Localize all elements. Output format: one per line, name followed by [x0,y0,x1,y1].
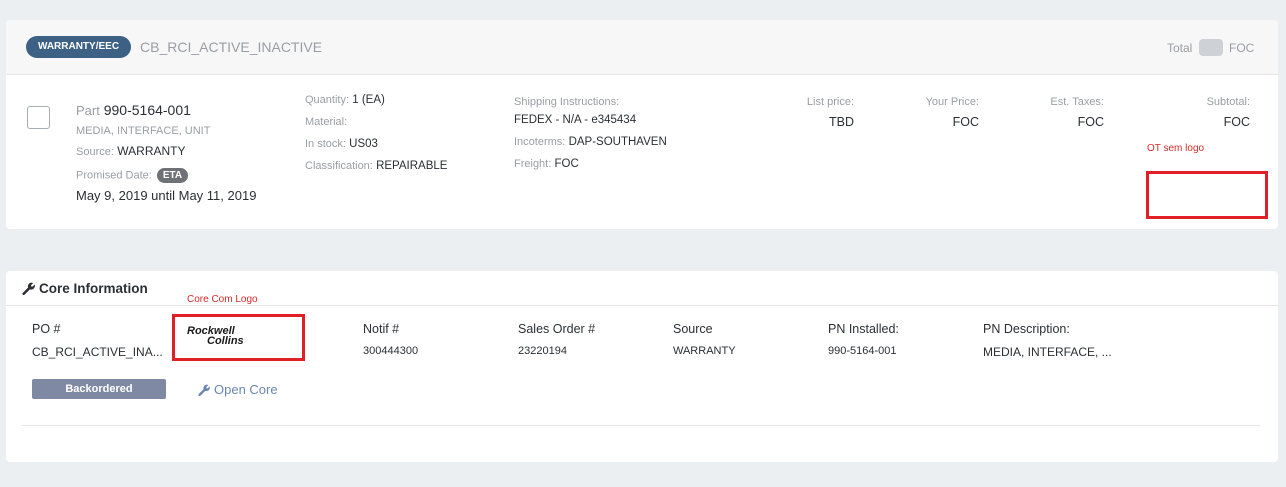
your-price-value: FOC [952,115,979,129]
part-title: Part 990-5164-001 [76,102,191,118]
open-core-wrench-icon [198,384,210,399]
backordered-button[interactable]: Backordered [32,379,166,399]
foc-label: FOC [1229,41,1255,55]
instock-label: In stock: [305,138,346,150]
pn-description-value: MEDIA, INTERFACE, ... [983,345,1112,359]
core-title-text: Core Information [39,281,148,296]
po-label: PO # [32,322,61,336]
core-source-label: Source [673,322,713,336]
freight-value: FOC [554,158,579,170]
list-price-value: TBD [829,115,854,129]
material-label: Material: [305,116,348,128]
classification-label: Classification: [305,160,373,172]
annotation-ot-box [1146,171,1268,219]
notif-label: Notif # [363,322,400,336]
classification-field: Classification: REPAIRABLE [305,160,447,172]
pn-description-label: PN Description: [983,322,1070,336]
core-source-value: WARRANTY [673,345,736,357]
promised-label: Promised Date: [76,169,152,182]
notif-value: 300444300 [363,345,419,357]
classification-value: REPAIRABLE [376,160,448,172]
part-label: Part [76,103,100,118]
part-description: MEDIA, INTERFACE, UNIT [76,125,211,137]
promised-date: Promised Date: ETA [76,168,189,183]
part-source: Source: WARRANTY [76,144,186,158]
annotation-ot-label: OT sem logo [1147,143,1205,154]
est-taxes-value: FOC [1077,115,1104,129]
source-value: WARRANTY [117,144,186,158]
quantity-value: 1 (EA) [352,94,385,106]
instock-value: US03 [349,138,378,150]
incoterms-field: Incoterms: DAP-SOUTHAVEN [514,136,667,148]
freight-label: Freight: [514,158,552,170]
order-name: CB_RCI_ACTIVE_INACTIVE [140,39,323,55]
core-bottom-divider [22,425,1260,426]
open-core-label: Open Core [214,382,278,397]
quantity-label: Quantity: [305,94,350,106]
incoterms-value: DAP-SOUTHAVEN [568,136,667,148]
core-header-divider [6,305,1278,306]
core-title: Core Information [22,281,148,298]
part-number: 990-5164-001 [103,102,191,118]
shipping-value: FEDEX - N/A - e345434 [514,114,637,126]
eta-badge: ETA [156,168,189,183]
order-card: WARRANTY/EEC CB_RCI_ACTIVE_INACTIVE Tota… [6,20,1278,229]
annotation-core-box [172,314,305,361]
your-price-label: Your Price: [925,96,979,108]
order-type-badge: WARRANTY/EEC [26,36,131,58]
freight-field: Freight: FOC [514,158,579,170]
sales-order-value: 23220194 [518,345,567,357]
quantity-field: Quantity: 1 (EA) [305,94,385,106]
total-label: Total [1167,41,1193,55]
subtotal-value: FOC [1223,115,1250,129]
shipping-label: Shipping Instructions: [514,96,620,108]
po-value: CB_RCI_ACTIVE_INA... [32,345,163,359]
pn-installed-value: 990-5164-001 [828,345,897,357]
pn-installed-label: PN Installed: [828,322,899,336]
est-taxes-label: Est. Taxes: [1050,96,1104,108]
subtotal-label: Subtotal: [1206,96,1250,108]
total-toggle[interactable] [1199,39,1223,56]
wrench-icon [22,282,35,298]
list-price-label: List price: [806,96,854,108]
annotation-core-label: Core Com Logo [187,294,258,305]
material-field: Material: [305,116,347,128]
incoterms-label: Incoterms: [514,136,566,148]
open-core-link[interactable]: Open Core [198,382,278,399]
item-checkbox[interactable] [27,106,50,129]
source-label: Source: [76,146,114,158]
order-card-header: WARRANTY/EEC CB_RCI_ACTIVE_INACTIVE Tota… [6,20,1278,75]
promised-dates: May 9, 2019 until May 11, 2019 [76,188,257,203]
sales-order-label: Sales Order # [518,322,596,336]
instock-field: In stock: US03 [305,138,378,150]
